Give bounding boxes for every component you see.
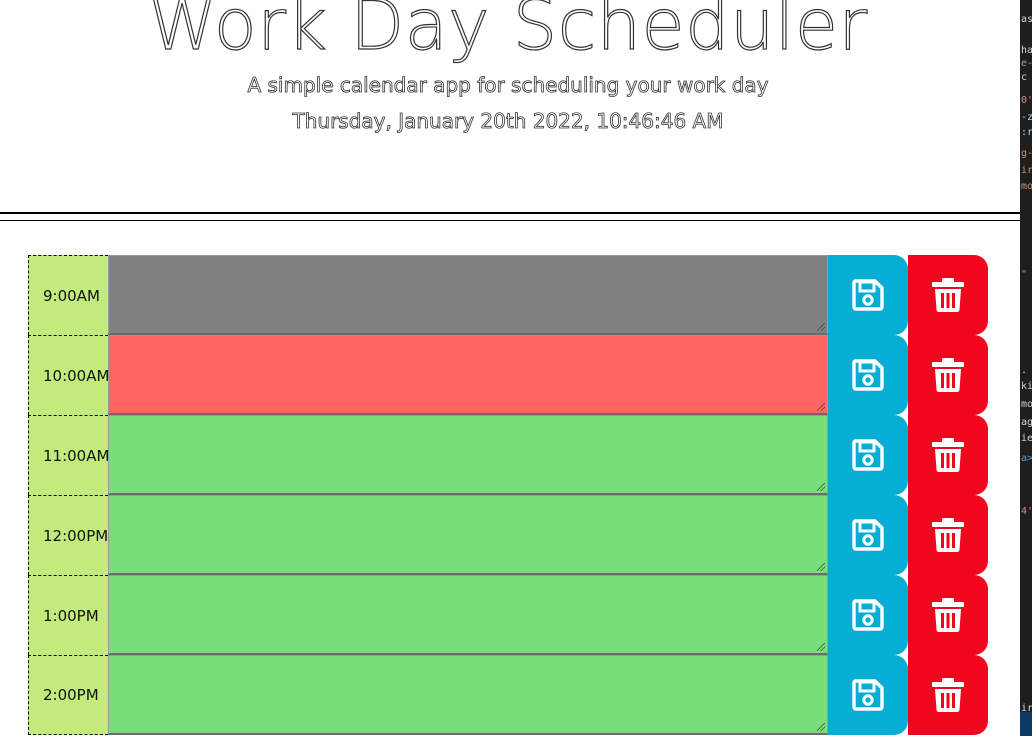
resize-handle-icon[interactable] bbox=[817, 403, 825, 411]
time-block-row: 10:00AM bbox=[28, 335, 988, 415]
floppy-disk-icon bbox=[851, 438, 885, 472]
delete-button[interactable] bbox=[908, 495, 988, 575]
trash-icon bbox=[931, 357, 965, 393]
devtools-code-fragment: 0' bbox=[1021, 95, 1032, 106]
resize-handle-icon[interactable] bbox=[817, 323, 825, 331]
time-block-row: 11:00AM bbox=[28, 415, 988, 495]
time-block-row: 9:00AM bbox=[28, 255, 988, 335]
event-description-textarea[interactable] bbox=[108, 495, 828, 575]
trash-icon bbox=[931, 597, 965, 633]
save-button[interactable] bbox=[828, 335, 908, 415]
devtools-status-bar bbox=[1020, 712, 1032, 736]
devtools-code-fragment: ir bbox=[1021, 165, 1032, 176]
devtools-code-fragment: -z bbox=[1021, 112, 1032, 123]
delete-button[interactable] bbox=[908, 575, 988, 655]
event-description-textarea[interactable] bbox=[108, 335, 828, 415]
devtools-code-fragment: mo bbox=[1021, 181, 1032, 192]
delete-button[interactable] bbox=[908, 415, 988, 495]
hour-label: 1:00PM bbox=[28, 575, 108, 655]
resize-handle-icon[interactable] bbox=[817, 483, 825, 491]
time-block-row: 2:00PM bbox=[28, 655, 988, 735]
jumbotron-header: Work Day Scheduler A simple calendar app… bbox=[0, 0, 1020, 221]
hour-label: 10:00AM bbox=[28, 335, 109, 415]
header-divider bbox=[0, 212, 1020, 214]
devtools-code-fragment: c bbox=[1021, 72, 1028, 83]
event-description-textarea[interactable] bbox=[108, 415, 828, 495]
event-description-textarea[interactable] bbox=[108, 575, 828, 655]
devtools-code-fragment: ki bbox=[1021, 381, 1032, 392]
event-description-textarea[interactable] bbox=[108, 255, 828, 335]
save-button[interactable] bbox=[828, 655, 908, 735]
page: Work Day Scheduler A simple calendar app… bbox=[0, 0, 1032, 736]
trash-icon bbox=[931, 277, 965, 313]
delete-button[interactable] bbox=[908, 655, 988, 735]
devtools-code-fragment: g- bbox=[1021, 148, 1032, 159]
save-button[interactable] bbox=[828, 415, 908, 495]
devtools-code-fragment: ir bbox=[1021, 703, 1032, 714]
devtools-code-fragment: :r bbox=[1021, 127, 1032, 138]
time-block-row: 1:00PM bbox=[28, 575, 988, 655]
current-day: Thursday, January 20th 2022, 10:46:46 AM bbox=[292, 109, 724, 134]
resize-handle-icon[interactable] bbox=[817, 643, 825, 651]
hour-label: 12:00PM bbox=[28, 495, 108, 575]
devtools-code-fragment: a> bbox=[1021, 453, 1032, 464]
time-block-row: 12:00PM bbox=[28, 495, 988, 575]
floppy-disk-icon bbox=[851, 358, 885, 392]
devtools-code-fragment: ha bbox=[1021, 45, 1032, 56]
hour-label: 11:00AM bbox=[28, 415, 109, 495]
floppy-disk-icon bbox=[851, 518, 885, 552]
floppy-disk-icon bbox=[851, 598, 885, 632]
trash-icon bbox=[931, 437, 965, 473]
devtools-code-fragment: " bbox=[1021, 269, 1028, 280]
hour-label: 9:00AM bbox=[28, 255, 108, 335]
devtools-code-fragment: mo bbox=[1021, 399, 1032, 410]
delete-button[interactable] bbox=[908, 335, 988, 415]
save-button[interactable] bbox=[828, 495, 908, 575]
trash-icon bbox=[931, 677, 965, 713]
time-block-container: 9:00AM 10:00AM 11:00AM 12:00PM 1:00PM 2:00PM bbox=[28, 255, 988, 735]
event-description-textarea[interactable] bbox=[108, 655, 828, 735]
page-subtitle: A simple calendar app for scheduling you… bbox=[247, 73, 769, 98]
delete-button[interactable] bbox=[908, 255, 988, 335]
devtools-code-fragment: as bbox=[1021, 14, 1032, 25]
devtools-panel-strip: as ha e- c 0' -z :r g-ir mo ". ki mo ag ie a> 4' ir bbox=[1020, 0, 1032, 736]
hour-label: 2:00PM bbox=[28, 655, 108, 735]
trash-icon bbox=[931, 517, 965, 553]
floppy-disk-icon bbox=[851, 678, 885, 712]
devtools-code-fragment: e- bbox=[1021, 58, 1032, 69]
devtools-code-fragment: 4' bbox=[1021, 506, 1032, 517]
devtools-code-fragment: . bbox=[1021, 365, 1028, 376]
save-button[interactable] bbox=[828, 575, 908, 655]
resize-handle-icon[interactable] bbox=[817, 723, 825, 731]
devtools-code-fragment: ag bbox=[1021, 417, 1032, 428]
resize-handle-icon[interactable] bbox=[817, 563, 825, 571]
floppy-disk-icon bbox=[851, 278, 885, 312]
devtools-code-fragment: ie bbox=[1021, 433, 1032, 444]
page-title: Work Day Scheduler bbox=[148, 0, 868, 67]
save-button[interactable] bbox=[828, 255, 908, 335]
